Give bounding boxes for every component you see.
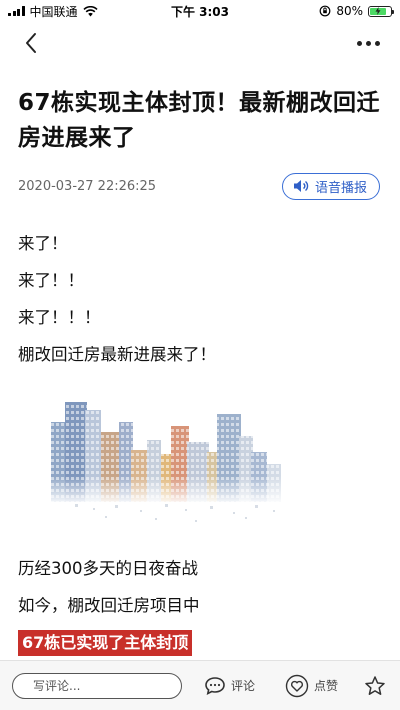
paragraph-1: 来了！ [18, 234, 68, 253]
battery-icon [368, 5, 394, 17]
status-bar: 中国联通 下午 3:03 80% [0, 0, 400, 22]
voice-broadcast-label: 语音播报 [314, 180, 367, 196]
comment-bubble-icon [205, 676, 225, 695]
comment-label: 评论 [231, 679, 256, 693]
article-title: 67栋实现主体封顶！最新棚改回迁房进展来了 [18, 90, 381, 151]
chevron-left-icon [26, 33, 36, 53]
back-button[interactable] [16, 28, 46, 58]
more-options-button[interactable] [348, 28, 388, 58]
comment-button[interactable]: 评论 [204, 676, 255, 696]
status-left: 中国联通 [8, 3, 98, 20]
paragraph-2: 来了！！ [18, 271, 84, 290]
heart-icon [285, 674, 309, 697]
battery-percent: 80% [336, 4, 363, 18]
article-meta: 2020-03-27 22:26:25 语音播报 [18, 172, 380, 200]
highlight-text: 67栋已实现了主体封顶 [18, 630, 193, 656]
comment-placeholder: 写评论... [33, 679, 81, 693]
wifi-icon [82, 5, 98, 16]
comment-input[interactable]: 写评论... [12, 672, 182, 699]
favorite-button[interactable] [364, 675, 386, 697]
publish-date: 2020-03-27 22:26:25 [18, 178, 157, 194]
paragraph-6: 如今，棚改回迁房项目中 [18, 596, 200, 615]
more-dots-icon [356, 40, 362, 46]
like-button[interactable]: 点赞 [285, 674, 338, 698]
voice-broadcast-button[interactable]: 语音播报 [281, 172, 380, 200]
speaker-icon [293, 180, 309, 192]
status-right: 80% [319, 4, 394, 18]
carrier-name: 中国联通 [29, 4, 78, 19]
city-skyline-image [45, 392, 305, 522]
bottom-action-bar: 写评论... 评论 点赞 [0, 660, 400, 710]
like-label: 点赞 [314, 679, 339, 693]
paragraph-5: 历经300多天的日夜奋战 [18, 559, 198, 578]
signal-icon [8, 6, 25, 16]
orientation-lock-icon [319, 5, 331, 17]
battery-level [370, 7, 386, 15]
star-icon [365, 675, 385, 695]
paragraph-4: 棚改回迁房最新进展来了！ [18, 345, 216, 364]
paragraph-3: 来了！！！ [18, 308, 101, 327]
nav-bar [0, 22, 400, 64]
